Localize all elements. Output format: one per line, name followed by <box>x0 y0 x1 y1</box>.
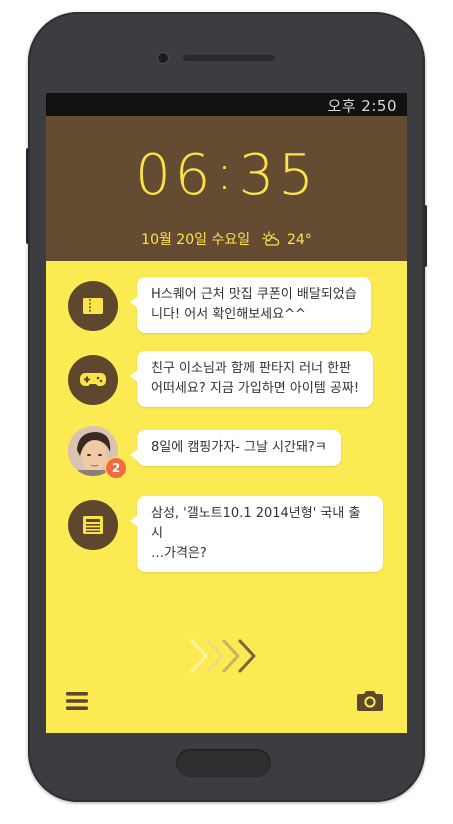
notification-line: H스퀘어 근처 맛집 쿠폰이 배달되었습 <box>151 287 357 302</box>
unread-count-badge: 2 <box>105 457 127 479</box>
notification-bubble: 친구 이소님과 함께 판타지 러너 한판 어떠세요? 지금 가입하면 아이템 공… <box>129 351 374 407</box>
notification-bubble: 8일에 캠핑가자- 그날 시간돼?ㅋ <box>130 430 341 466</box>
notification-line: 친구 이소님과 함께 판타지 러너 한판 <box>151 361 352 376</box>
notification-line: 삼성, '갤노트10.1 2014년형' 국내 출시 <box>151 506 361 541</box>
front-camera <box>158 53 168 63</box>
status-bar: 오후 2:50 <box>46 93 407 116</box>
notification-line: 어떠세요? 지금 가입하면 아이템 공짜! <box>151 381 360 396</box>
lock-screen: 오후 2:50 06:35 10월 20일 수요일 24° H스퀘어 근처 맛집… <box>46 93 407 733</box>
gamepad-icon <box>80 373 106 386</box>
news-icon <box>83 516 103 534</box>
camera-icon[interactable] <box>356 689 384 717</box>
notification-icon-circle <box>68 355 118 405</box>
unlock-arrows-icon[interactable] <box>188 637 264 679</box>
partly-cloudy-icon <box>261 231 281 252</box>
notification-icon-circle <box>68 500 118 550</box>
lock-clock: 06:35 <box>46 143 407 208</box>
notification-news[interactable]: 삼성, '갤노트10.1 2014년형' 국내 출시 …가격은? <box>68 496 383 572</box>
notification-bubble: H스퀘어 근처 맛집 쿠폰이 배달되었습 니다! 어서 확인해보세요^^ <box>130 277 371 333</box>
temperature-label: 24° <box>287 232 312 248</box>
notification-line: 8일에 캠핑가자- 그날 시간돼?ㅋ <box>151 440 327 455</box>
notification-message[interactable]: 2 8일에 캠핑가자- 그날 시간돼?ㅋ <box>68 426 383 482</box>
date-weather-row: 10월 20일 수요일 24° <box>46 231 407 252</box>
clock-panel: 06:35 10월 20일 수요일 24° <box>46 116 407 261</box>
notification-game[interactable]: 친구 이소님과 함께 판타지 러너 한판 어떠세요? 지금 가입하면 아이템 공… <box>68 351 383 411</box>
earpiece-speaker <box>183 55 275 61</box>
clock-minute: 35 <box>238 143 318 208</box>
clock-separator: : <box>216 145 237 201</box>
notification-bubble: 삼성, '갤노트10.1 2014년형' 국내 출시 …가격은? <box>130 496 383 572</box>
ticket-icon <box>83 298 103 314</box>
notification-line: …가격은? <box>151 546 207 561</box>
clock-hour: 06 <box>135 143 215 208</box>
notification-icon-circle <box>68 281 118 331</box>
notification-line: 니다! 어서 확인해보세요^^ <box>151 307 306 322</box>
menu-icon[interactable] <box>66 691 88 715</box>
status-time: 오후 2:50 <box>327 97 397 115</box>
date-label: 10월 20일 수요일 <box>141 232 251 248</box>
home-button[interactable] <box>176 749 271 777</box>
notification-coupon[interactable]: H스퀘어 근처 맛집 쿠폰이 배달되었습 니다! 어서 확인해보세요^^ <box>68 277 383 337</box>
